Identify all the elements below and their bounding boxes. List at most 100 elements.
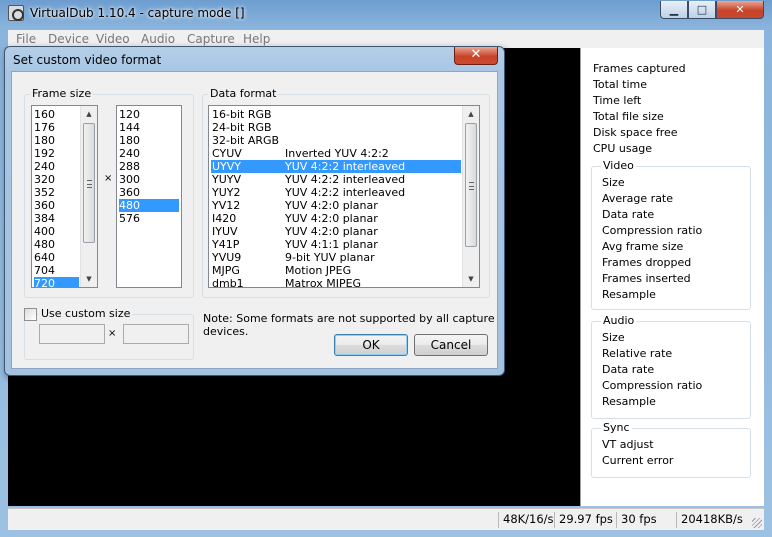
format-description: YUV 4:1:1 planar: [285, 238, 378, 251]
format-list-item[interactable]: CYUV Inverted YUV 4:2:2: [211, 147, 461, 160]
format-list-scrollbar[interactable]: ▲ ▼: [462, 106, 479, 287]
list-item[interactable]: 300: [119, 173, 179, 186]
frame-size-times-sign: ×: [104, 173, 113, 184]
list-item[interactable]: 704: [34, 264, 79, 277]
status-fps-actual: 29.97 fps: [554, 512, 616, 528]
format-code: 24-bit RGB: [212, 121, 272, 134]
list-item[interactable]: 360: [34, 199, 79, 212]
format-code: UYVY: [212, 160, 242, 173]
custom-size-times-sign: ×: [108, 328, 117, 339]
use-custom-size-label[interactable]: Use custom size: [39, 307, 133, 320]
format-list-item[interactable]: 32-bit ARGB: [211, 134, 461, 147]
format-description: YUV 4:2:0 planar: [285, 225, 378, 238]
maximize-button[interactable]: □: [688, 1, 716, 19]
minimize-button[interactable]: ▁: [660, 1, 688, 19]
audio-stat-data-rate: Data rate: [602, 363, 655, 376]
width-list-scrollbar[interactable]: ▲ ▼: [80, 106, 97, 287]
list-item[interactable]: 180: [34, 134, 79, 147]
frame-width-list[interactable]: 720 704 640 480 400 384 360 352 320 240 192 180 176 1…: [31, 105, 98, 288]
list-item[interactable]: 480: [34, 238, 79, 251]
format-description: YUV 4:2:2 interleaved: [285, 186, 406, 199]
custom-video-format-dialog: Set custom video format ✕ Frame size 720…: [4, 46, 505, 376]
list-item[interactable]: 160: [34, 108, 79, 121]
custom-width-field[interactable]: [39, 324, 105, 344]
format-list-item[interactable]: YV12 YUV 4:2:0 planar: [211, 199, 461, 212]
resize-grip[interactable]: [752, 518, 762, 528]
scroll-up-arrow-icon[interactable]: ▲: [81, 106, 97, 122]
list-item[interactable]: 320: [34, 173, 79, 186]
format-list-item[interactable]: YVU9 9-bit YUV planar: [211, 251, 461, 264]
status-bar: 48K/16/s 29.97 fps 30 fps 20418KB/s: [8, 508, 764, 530]
sync-stats-group: [591, 428, 751, 478]
use-custom-size-checkbox[interactable]: [24, 308, 37, 321]
status-fps-target: 30 fps: [616, 512, 676, 528]
list-item[interactable]: 240: [119, 147, 179, 160]
dialog-close-button[interactable]: ✕: [454, 47, 498, 65]
cancel-button[interactable]: Cancel: [414, 334, 488, 356]
format-list-item[interactable]: dmb1 Matrox MJPEG: [211, 277, 461, 287]
scroll-thumb[interactable]: [465, 123, 477, 247]
list-item[interactable]: 120: [119, 108, 179, 121]
list-item[interactable]: 180: [119, 134, 179, 147]
menu-capture[interactable]: Capture: [187, 32, 235, 46]
list-item[interactable]: 352: [34, 186, 79, 199]
format-code: 32-bit ARGB: [212, 134, 280, 147]
list-item[interactable]: 240: [34, 160, 79, 173]
format-list-item[interactable]: UYVY YUV 4:2:2 interleaved: [211, 160, 461, 173]
list-item[interactable]: 288: [119, 160, 179, 173]
ok-button[interactable]: OK: [334, 334, 408, 356]
list-item[interactable]: 384: [34, 212, 79, 225]
scroll-down-arrow-icon[interactable]: ▼: [463, 271, 479, 287]
list-item[interactable]: 192: [34, 147, 79, 160]
format-description: Inverted YUV 4:2:2: [285, 147, 389, 160]
title-bar[interactable]: VirtualDub 1.10.4 - capture mode [] ▁ □ …: [0, 0, 772, 26]
virtualdub-app-icon[interactable]: [8, 5, 24, 21]
list-item[interactable]: 360: [119, 186, 179, 199]
close-button[interactable]: ✕: [716, 1, 764, 19]
custom-height-field[interactable]: [123, 324, 189, 344]
menu-video[interactable]: Video: [96, 32, 130, 46]
list-item[interactable]: 400: [34, 225, 79, 238]
stat-total-time: Total time: [593, 78, 648, 91]
format-code: CYUV: [212, 147, 242, 160]
list-item[interactable]: 576: [119, 212, 179, 225]
format-list-item[interactable]: I420 YUV 4:2:0 planar: [211, 212, 461, 225]
video-stat-frames-inserted: Frames inserted: [602, 272, 691, 285]
scroll-thumb[interactable]: [83, 123, 95, 243]
audio-stat-size: Size: [602, 331, 625, 344]
video-stat-size: Size: [602, 176, 625, 189]
format-list-item[interactable]: Y41P YUV 4:1:1 planar: [211, 238, 461, 251]
list-item[interactable]: 720: [34, 277, 79, 287]
list-item[interactable]: 640: [34, 251, 79, 264]
format-list-item[interactable]: IYUV YUV 4:2:0 planar: [211, 225, 461, 238]
sync-stat-current-error: Current error: [602, 454, 674, 467]
menu-device[interactable]: Device: [48, 32, 89, 46]
data-format-list[interactable]: dmb1 Matrox MJPEG MJPG Motion JPEG YVU9 9-bit…: [208, 105, 480, 288]
status-audio-format: 48K/16/s: [498, 512, 554, 528]
list-item[interactable]: 144: [119, 121, 179, 134]
format-description: 9-bit YUV planar: [285, 251, 375, 264]
menu-audio[interactable]: Audio: [141, 32, 175, 46]
format-code: I420: [212, 212, 237, 225]
menu-help[interactable]: Help: [243, 32, 270, 46]
audio-stat-relative-rate: Relative rate: [602, 347, 673, 360]
format-list-item[interactable]: YUY2 YUV 4:2:2 interleaved: [211, 186, 461, 199]
scroll-down-arrow-icon[interactable]: ▼: [81, 271, 97, 287]
frame-height-list[interactable]: 576 480 360 300 288 240 180 144 120: [116, 105, 182, 288]
list-item[interactable]: 176: [34, 121, 79, 134]
scroll-up-arrow-icon[interactable]: ▲: [463, 106, 479, 122]
video-stat-frames-dropped: Frames dropped: [602, 256, 692, 269]
format-list-item[interactable]: MJPG Motion JPEG: [211, 264, 461, 277]
menu-file[interactable]: File: [16, 32, 36, 46]
stat-cpu-usage: CPU usage: [593, 142, 653, 155]
status-data-rate: 20418KB/s: [676, 512, 752, 528]
list-item[interactable]: 480: [119, 199, 179, 212]
format-list-item[interactable]: YUYV YUV 4:2:2 interleaved: [211, 173, 461, 186]
stat-frames-captured: Frames captured: [593, 62, 686, 75]
format-code: IYUV: [212, 225, 238, 238]
frame-size-label: Frame size: [30, 87, 94, 100]
format-description: Motion JPEG: [285, 264, 352, 277]
audio-stat-compression-ratio: Compression ratio: [602, 379, 703, 392]
format-list-item[interactable]: 16-bit RGB: [211, 108, 461, 121]
format-list-item[interactable]: 24-bit RGB: [211, 121, 461, 134]
